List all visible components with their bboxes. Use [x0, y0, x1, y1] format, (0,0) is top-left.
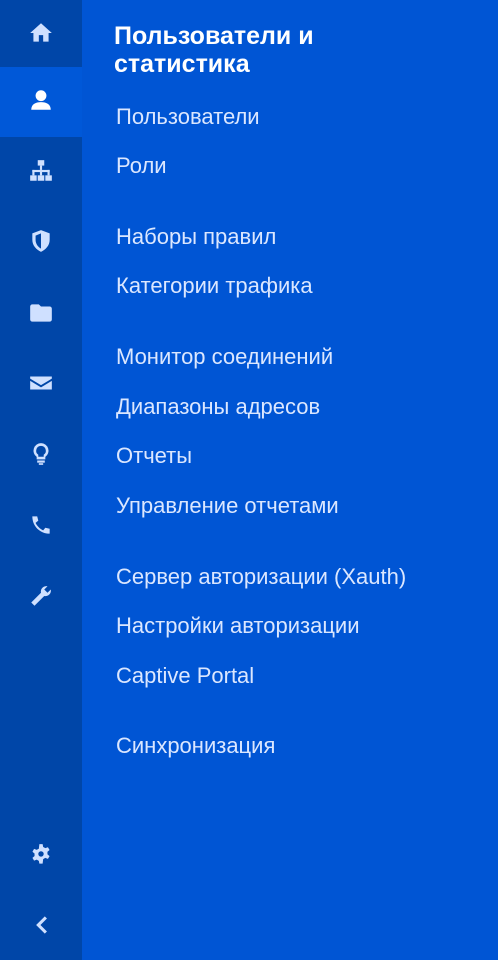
nav-users[interactable]	[0, 67, 82, 137]
menu-item-rulesets[interactable]: Наборы правил	[116, 222, 276, 252]
menu-item-captive-portal[interactable]: Captive Portal	[116, 661, 254, 691]
nav-settings[interactable]	[0, 822, 82, 892]
menu-item-address-ranges[interactable]: Диапазоны адресов	[116, 392, 320, 422]
app-root: Пользователи и статистика Пользователи Р…	[0, 0, 498, 960]
menu-item-sync[interactable]: Синхронизация	[116, 731, 275, 761]
gear-icon	[28, 842, 54, 873]
nav-ideas[interactable]	[0, 421, 82, 491]
menu-item-xauth-server[interactable]: Сервер авторизации (Xauth)	[116, 562, 406, 592]
nav-security[interactable]	[0, 208, 82, 278]
menu-item-reports[interactable]: Отчеты	[116, 441, 192, 471]
user-icon	[28, 87, 54, 118]
submenu-panel: Пользователи и статистика Пользователи Р…	[82, 0, 498, 960]
shield-icon	[28, 228, 54, 259]
lightbulb-icon	[28, 441, 54, 472]
folder-icon	[28, 300, 54, 331]
menu-item-roles[interactable]: Роли	[116, 151, 167, 181]
phone-icon	[28, 512, 54, 543]
wrench-icon	[28, 583, 54, 614]
icon-sidebar	[0, 0, 82, 960]
menu-item-connection-monitor[interactable]: Монитор соединений	[116, 342, 333, 372]
nav-phone[interactable]	[0, 492, 82, 562]
menu-title: Пользователи и статистика	[114, 22, 314, 78]
menu-item-traffic-categories[interactable]: Категории трафика	[116, 271, 313, 301]
menu-item-users[interactable]: Пользователи	[116, 102, 260, 132]
nav-tools[interactable]	[0, 563, 82, 633]
home-icon	[28, 20, 54, 51]
nav-files[interactable]	[0, 280, 82, 350]
chevron-left-icon	[28, 912, 54, 943]
sitemap-icon	[28, 158, 54, 189]
menu-item-auth-settings[interactable]: Настройки авторизации	[116, 611, 360, 641]
envelope-icon	[28, 370, 54, 401]
nav-home[interactable]	[0, 0, 82, 70]
menu-item-report-management[interactable]: Управление отчетами	[116, 491, 339, 521]
collapse-sidebar-button[interactable]	[0, 892, 82, 960]
nav-network[interactable]	[0, 138, 82, 208]
nav-mail[interactable]	[0, 350, 82, 420]
